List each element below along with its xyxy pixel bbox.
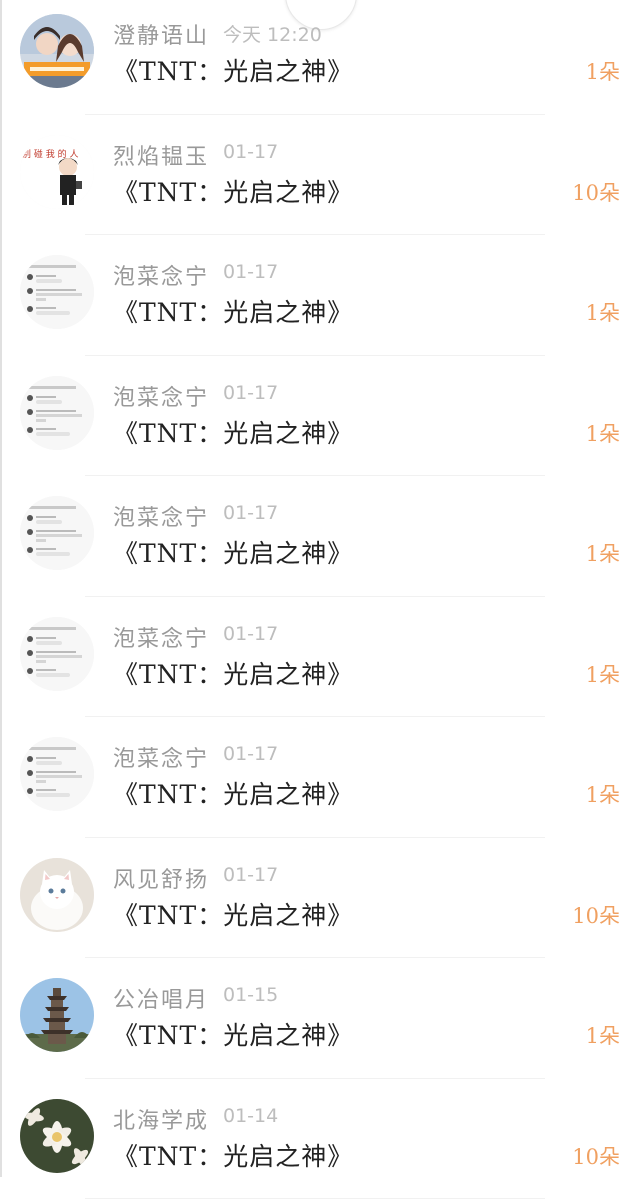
book-title[interactable]: 《TNT：光启之神》 [113, 293, 353, 329]
gift-time: 01-17 [223, 502, 278, 524]
user-avatar[interactable]: 别 碰 我 的 人 [20, 135, 94, 209]
gift-record-row[interactable]: 风见舒扬 01-17 《TNT：光启之神》 10朵 [0, 838, 640, 959]
flower-count: 1朵 [586, 1020, 620, 1050]
gift-record-row[interactable]: 公冶唱月 01-15 《TNT：光启之神》 1朵 [0, 958, 640, 1079]
gift-time: 01-14 [223, 1105, 278, 1127]
book-title[interactable]: 《TNT：光启之神》 [113, 896, 353, 932]
user-name[interactable]: 泡菜念宁 [113, 741, 209, 773]
gift-time: 今天 12:20 [223, 20, 322, 47]
gift-record-row[interactable]: 澄静语山今天 12:20 《TNT：光启之神》 1朵 [0, 0, 640, 115]
flower-count: 10朵 [572, 900, 620, 930]
gift-record-row[interactable]: 泡菜念宁 01-17 《TNT：光启之神》 1朵 [0, 597, 640, 718]
user-name[interactable]: 澄静语山 [113, 18, 209, 50]
gift-time: 01-17 [223, 864, 278, 886]
gift-record-row[interactable]: 泡菜念宁 01-17 《TNT：光启之神》 1朵 [0, 235, 640, 356]
user-avatar[interactable] [20, 858, 94, 932]
book-title[interactable]: 《TNT：光启之神》 [113, 534, 353, 570]
user-avatar[interactable] [20, 737, 94, 811]
user-name[interactable]: 泡菜念宁 [113, 259, 209, 291]
gift-time: 01-17 [223, 141, 278, 163]
flower-count: 1朵 [586, 779, 620, 809]
gift-record-row[interactable]: 泡菜念宁 01-17 《TNT：光启之神》 1朵 [0, 356, 640, 477]
gift-record-row[interactable]: 北海学成 01-14 《TNT：光启之神》 10朵 [0, 1079, 640, 1199]
user-name[interactable]: 北海学成 [113, 1103, 209, 1135]
user-avatar[interactable] [20, 255, 94, 329]
user-avatar[interactable] [20, 617, 94, 691]
flower-count: 10朵 [572, 177, 620, 207]
book-title[interactable]: 《TNT：光启之神》 [113, 1016, 353, 1052]
user-name[interactable]: 泡菜念宁 [113, 621, 209, 653]
gift-time: 01-17 [223, 261, 278, 283]
book-title[interactable]: 《TNT：光启之神》 [113, 655, 353, 691]
flower-count: 1朵 [586, 56, 620, 86]
user-name[interactable]: 风见舒扬 [113, 862, 209, 894]
user-avatar[interactable] [20, 14, 94, 88]
book-title[interactable]: 《TNT：光启之神》 [113, 1137, 353, 1173]
gift-record-row[interactable]: 泡菜念宁 01-17 《TNT：光启之神》 1朵 [0, 717, 640, 838]
user-name[interactable]: 烈焰韫玉 [113, 139, 209, 171]
gift-record-list: 澄静语山今天 12:20《TNT：光启之神》1朵别 碰 我 的 人烈焰韫玉01-… [0, 0, 640, 1199]
user-avatar[interactable] [20, 376, 94, 450]
user-avatar[interactable] [20, 978, 94, 1052]
book-title[interactable]: 《TNT：光启之神》 [113, 173, 353, 209]
gift-record-row[interactable]: 别 碰 我 的 人烈焰韫玉 01-17 《TNT：光启之神》 10朵 [0, 115, 640, 236]
book-title[interactable]: 《TNT：光启之神》 [113, 414, 353, 450]
gift-time: 01-17 [223, 382, 278, 404]
user-name[interactable]: 公冶唱月 [113, 982, 209, 1014]
flower-count: 1朵 [586, 538, 620, 568]
gift-time: 01-17 [223, 623, 278, 645]
gift-time: 01-17 [223, 743, 278, 765]
flower-count: 1朵 [586, 297, 620, 327]
user-avatar[interactable] [20, 496, 94, 570]
gift-record-row[interactable]: 泡菜念宁 01-17 《TNT：光启之神》 1朵 [0, 476, 640, 597]
book-title[interactable]: 《TNT：光启之神》 [113, 52, 353, 88]
book-title[interactable]: 《TNT：光启之神》 [113, 775, 353, 811]
user-name[interactable]: 泡菜念宁 [113, 500, 209, 532]
user-name[interactable]: 泡菜念宁 [113, 380, 209, 412]
flower-count: 10朵 [572, 1141, 620, 1171]
flower-count: 1朵 [586, 659, 620, 689]
user-avatar[interactable] [20, 1099, 94, 1173]
gift-time: 01-15 [223, 984, 278, 1006]
flower-count: 1朵 [586, 418, 620, 448]
